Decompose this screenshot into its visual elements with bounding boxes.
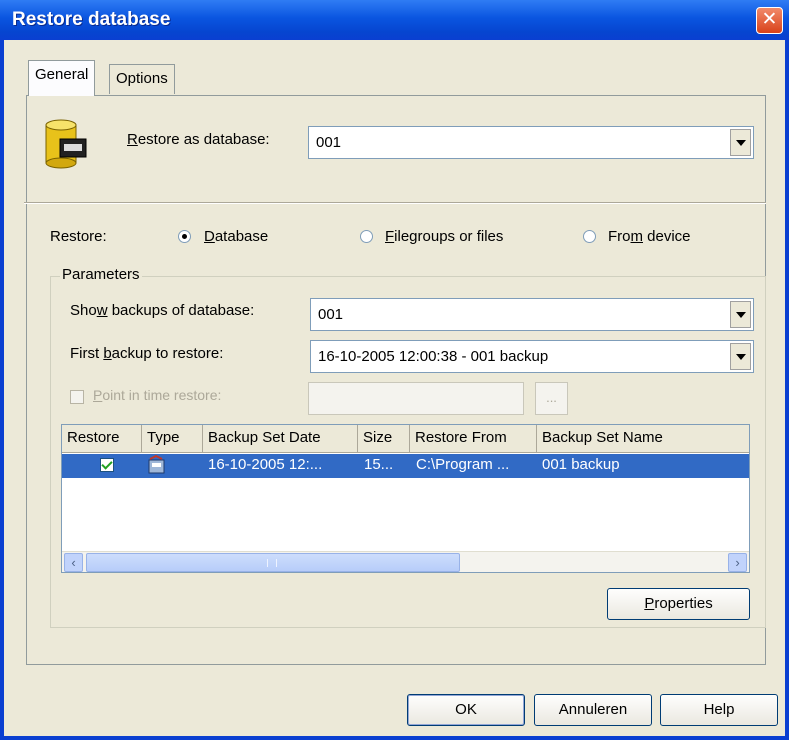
show-backups-value: 001 (318, 306, 344, 323)
cancel-button[interactable]: Annuleren (534, 694, 652, 726)
restore-label: Restore: (50, 228, 107, 245)
grid-header: Restore Type Backup Set Date Size Restor… (62, 425, 749, 453)
column-header-restore-from[interactable]: Restore From (410, 425, 537, 453)
first-backup-combo[interactable]: 16-10-2005 12:00:38 - 001 backup (310, 340, 754, 373)
radio-from-device-label[interactable]: From device (608, 228, 691, 245)
help-button[interactable]: Help (660, 694, 778, 726)
column-header-size[interactable]: Size (358, 425, 410, 453)
separator (24, 202, 766, 204)
first-backup-value: 16-10-2005 12:00:38 - 001 backup (318, 348, 549, 365)
radio-filegroups-label[interactable]: Filegroups or files (385, 228, 503, 245)
horizontal-scrollbar[interactable]: ‹ › (62, 551, 749, 572)
row-backup-set-name: 001 backup (542, 456, 620, 473)
parameters-legend: Parameters (60, 266, 142, 283)
tab-options[interactable]: Options (109, 64, 175, 94)
restore-database-dialog: Restore database ✕ General Options Resto… (0, 0, 789, 740)
row-restore-from: C:\Program ... (416, 456, 510, 473)
radio-from-device[interactable] (583, 230, 596, 243)
tab-general[interactable]: General (28, 60, 96, 96)
first-backup-label: First backup to restore: (70, 345, 224, 362)
column-header-restore[interactable]: Restore (62, 425, 142, 453)
point-in-time-checkbox[interactable] (70, 390, 84, 404)
point-in-time-browse-button[interactable]: ... (535, 382, 568, 415)
row-backup-set-date: 16-10-2005 12:... (208, 456, 323, 473)
radio-database[interactable] (178, 230, 191, 243)
backup-sets-grid[interactable]: Restore Type Backup Set Date Size Restor… (61, 424, 750, 573)
database-icon (45, 119, 87, 169)
scroll-right-icon[interactable]: › (728, 553, 747, 572)
ok-button[interactable]: OK (407, 694, 525, 726)
backup-type-icon (148, 455, 165, 474)
dropdown-arrow-icon[interactable] (730, 129, 751, 156)
row-size: 15... (364, 456, 394, 473)
radio-filegroups[interactable] (360, 230, 373, 243)
row-restore-checkbox[interactable] (100, 458, 114, 472)
properties-button[interactable]: Properties (607, 588, 750, 620)
title-bar[interactable]: Restore database ✕ (0, 0, 789, 40)
restore-as-label: Restore as database: (127, 131, 270, 148)
show-backups-label: Show backups of database: (70, 302, 255, 319)
table-row[interactable]: 16-10-2005 12:... 15... C:\Program ... 0… (62, 454, 749, 478)
close-button[interactable]: ✕ (756, 7, 783, 34)
dropdown-arrow-icon[interactable] (730, 301, 751, 328)
dropdown-arrow-icon[interactable] (730, 343, 751, 370)
point-in-time-label: Point in time restore: (93, 387, 222, 403)
scrollbar-thumb[interactable] (86, 553, 460, 572)
restore-as-database-value: 001 (316, 134, 342, 151)
scroll-left-icon[interactable]: ‹ (64, 553, 83, 572)
window-bottom-border (0, 736, 789, 740)
column-header-type[interactable]: Type (142, 425, 203, 453)
radio-database-label[interactable]: Database (204, 228, 268, 245)
restore-as-database-combo[interactable]: 001 (308, 126, 754, 159)
window-title: Restore database (12, 9, 171, 30)
show-backups-combo[interactable]: 001 (310, 298, 754, 331)
column-header-backup-set-name[interactable]: Backup Set Name (537, 425, 749, 453)
point-in-time-input[interactable] (308, 382, 524, 415)
column-header-backup-set-date[interactable]: Backup Set Date (203, 425, 358, 453)
